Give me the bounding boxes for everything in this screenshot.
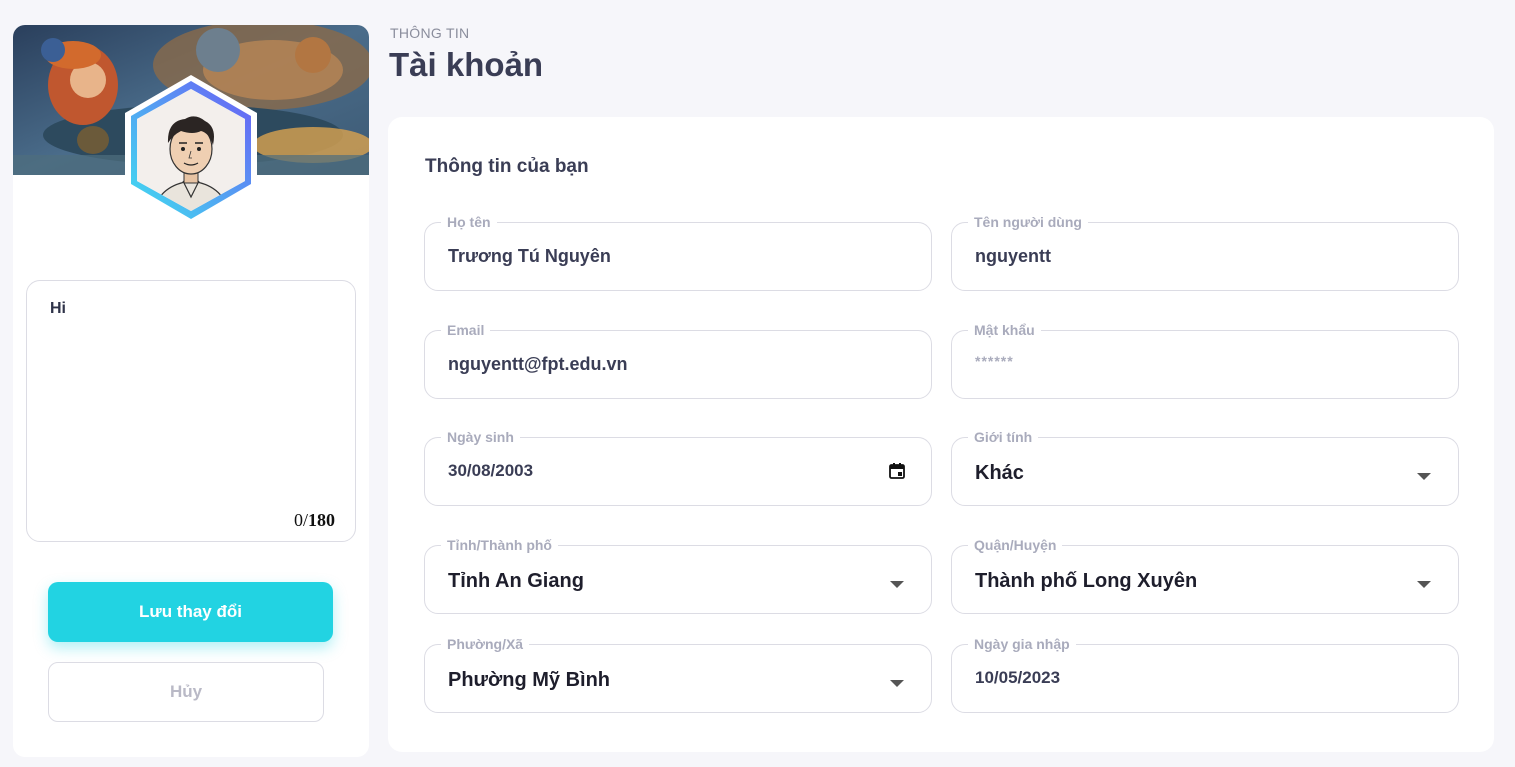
full-name-field[interactable]: Họ tên Trương Tú Nguyên xyxy=(424,214,932,291)
ward-select[interactable]: Phường/Xã Phường Mỹ Bình xyxy=(424,636,932,713)
field-label: Email xyxy=(441,322,491,338)
chevron-down-icon[interactable] xyxy=(1417,581,1431,588)
province-value[interactable]: Tỉnh An Giang xyxy=(448,570,584,593)
account-page: Hi 0/180 Lưu thay đổi Hủy THÔNG TIN Tài … xyxy=(0,0,1515,767)
field-label: Họ tên xyxy=(441,214,497,230)
join-date-value: 10/05/2023 xyxy=(975,668,1061,687)
birthdate-field[interactable]: Ngày sinh 30/08/2003 xyxy=(424,429,932,506)
chevron-down-icon[interactable] xyxy=(890,581,904,588)
gender-select[interactable]: Giới tính Khác xyxy=(951,429,1459,506)
province-select[interactable]: Tỉnh/Thành phố Tỉnh An Giang xyxy=(424,537,932,614)
field-label: Mật khẩu xyxy=(968,322,1041,338)
gender-value[interactable]: Khác xyxy=(975,462,1024,485)
username-value[interactable]: nguyentt xyxy=(975,246,1051,267)
field-label: Tên người dùng xyxy=(968,214,1088,230)
bio-text: Hi xyxy=(50,300,66,317)
field-label: Ngày gia nhập xyxy=(968,636,1076,652)
field-label: Giới tính xyxy=(968,429,1039,445)
cancel-button[interactable]: Hủy xyxy=(48,662,324,722)
birthdate-value[interactable]: 30/08/2003 xyxy=(448,461,533,481)
calendar-icon[interactable] xyxy=(888,462,906,480)
district-value[interactable]: Thành phố Long Xuyên xyxy=(975,570,1197,593)
username-field[interactable]: Tên người dùng nguyentt xyxy=(951,214,1459,291)
section-title: Thông tin của bạn xyxy=(425,156,589,177)
password-value[interactable]: ****** xyxy=(975,353,1014,369)
field-label: Ngày sinh xyxy=(441,429,520,445)
page-title: Tài khoản xyxy=(389,46,544,83)
full-name-value[interactable]: Trương Tú Nguyên xyxy=(448,246,611,267)
password-field[interactable]: Mật khẩu ****** xyxy=(951,322,1459,399)
chevron-down-icon[interactable] xyxy=(890,680,904,687)
bio-textarea[interactable]: Hi 0/180 xyxy=(26,280,356,542)
district-select[interactable]: Quận/Huyện Thành phố Long Xuyên xyxy=(951,537,1459,614)
bio-char-counter: 0/180 xyxy=(293,510,335,530)
page-eyebrow: THÔNG TIN xyxy=(390,25,470,41)
email-value[interactable]: nguyentt@fpt.edu.vn xyxy=(448,354,628,375)
field-label: Tỉnh/Thành phố xyxy=(441,537,558,553)
field-label: Phường/Xã xyxy=(441,636,530,652)
account-form-card: Thông tin của bạn Họ tên Trương Tú Nguyê… xyxy=(388,117,1494,752)
bio-char-count: 0 xyxy=(293,510,303,530)
bio-char-max: 180 xyxy=(308,510,335,530)
save-changes-button[interactable]: Lưu thay đổi xyxy=(48,582,333,642)
chevron-down-icon[interactable] xyxy=(1417,473,1431,480)
ward-value[interactable]: Phường Mỹ Bình xyxy=(448,669,610,692)
field-label: Quận/Huyện xyxy=(968,537,1063,553)
profile-card: Hi 0/180 Lưu thay đổi Hủy xyxy=(13,25,369,757)
email-field[interactable]: Email nguyentt@fpt.edu.vn xyxy=(424,322,932,399)
avatar[interactable] xyxy=(123,73,259,227)
join-date-field: Ngày gia nhập 10/05/2023 xyxy=(951,636,1459,713)
